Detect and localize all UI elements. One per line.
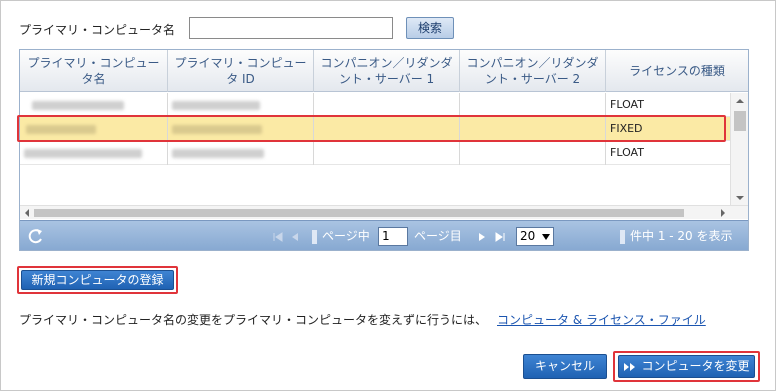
chevron-down-icon xyxy=(542,234,550,240)
search-label: プライマリ・コンピュータ名 xyxy=(19,22,176,37)
server-2-cell xyxy=(460,93,606,117)
page-number-input[interactable]: 1 xyxy=(378,227,408,246)
server-1-cell xyxy=(314,141,460,165)
column-header-primary-name[interactable]: プライマリ・コンピュータ名 xyxy=(20,50,168,92)
column-header-license-type[interactable]: ライセンスの種類 xyxy=(606,50,748,92)
prev-page-icon[interactable] xyxy=(288,221,300,251)
page-size-value: 20 xyxy=(520,229,536,243)
license-type-cell: FLOAT xyxy=(610,98,644,111)
primary-id-cell xyxy=(168,93,314,117)
scroll-up-icon[interactable] xyxy=(731,95,749,107)
column-header-server-2[interactable]: コンパニオン／リダンダント・サーバー 2 xyxy=(460,50,606,92)
cancel-button[interactable]: キャンセル xyxy=(523,354,607,379)
pager-bar: ページ中 1 ページ目 20 件中 1 - 20 を表示 xyxy=(20,220,748,251)
record-range-label: 件中 1 - 20 を表示 xyxy=(630,229,733,243)
table-row[interactable]: FLOAT xyxy=(20,93,730,117)
rename-note: プライマリ・コンピュータ名の変更をプライマリ・コンピュータを変えずに行うには、コ… xyxy=(19,311,706,328)
selected-row-highlight xyxy=(17,115,726,142)
primary-id-cell xyxy=(168,141,314,165)
page-suffix-label: ページ目 xyxy=(414,229,462,243)
search-button[interactable]: 検索 xyxy=(406,17,454,39)
fast-forward-icon xyxy=(624,362,636,371)
rename-note-text: プライマリ・コンピュータ名の変更をプライマリ・コンピュータを変えずに行うには、 xyxy=(19,313,488,327)
change-computer-label: コンピュータを変更 xyxy=(641,359,750,373)
table-header: プライマリ・コンピュータ名 プライマリ・コンピュータ ID コンパニオン／リダン… xyxy=(20,50,748,92)
refresh-icon[interactable] xyxy=(26,221,46,251)
search-input[interactable] xyxy=(189,17,393,39)
new-computer-highlight: 新規コンピュータの登録 xyxy=(17,266,178,294)
server-1-cell xyxy=(314,93,460,117)
change-computer-button[interactable]: コンピュータを変更 xyxy=(618,355,755,378)
scroll-down-icon[interactable] xyxy=(731,192,749,204)
dialog: プライマリ・コンピュータ名 検索 プライマリ・コンピュータ名 プライマリ・コンピ… xyxy=(0,0,776,391)
page-prefix-label: ページ中 xyxy=(322,229,370,243)
column-header-server-1[interactable]: コンパニオン／リダンダント・サーバー 1 xyxy=(314,50,460,92)
horizontal-scroll-thumb[interactable] xyxy=(34,209,684,217)
license-type-cell: FLOAT xyxy=(610,146,644,159)
new-computer-button[interactable]: 新規コンピュータの登録 xyxy=(21,270,174,290)
vertical-scroll-thumb[interactable] xyxy=(734,111,746,131)
page-size-select[interactable]: 20 xyxy=(516,227,554,246)
server-2-cell xyxy=(460,141,606,165)
next-page-icon[interactable] xyxy=(476,221,490,251)
change-computer-highlight: コンピュータを変更 xyxy=(613,351,760,382)
column-header-primary-id[interactable]: プライマリ・コンピュータ ID xyxy=(168,50,314,92)
computer-table: プライマリ・コンピュータ名 プライマリ・コンピュータ ID コンパニオン／リダン… xyxy=(19,49,749,251)
vertical-scrollbar[interactable] xyxy=(730,93,748,206)
horizontal-scrollbar[interactable] xyxy=(20,205,748,219)
first-page-icon[interactable] xyxy=(272,221,284,251)
primary-name-cell xyxy=(20,141,168,165)
scroll-left-icon[interactable] xyxy=(21,206,33,220)
last-page-icon[interactable] xyxy=(494,221,508,251)
search-row: プライマリ・コンピュータ名 検索 xyxy=(19,17,454,41)
scroll-right-icon[interactable] xyxy=(717,206,729,220)
table-row[interactable]: FLOAT xyxy=(20,141,730,165)
primary-name-cell xyxy=(20,93,168,117)
license-file-link[interactable]: コンピュータ & ライセンス・ファイル xyxy=(497,313,706,327)
